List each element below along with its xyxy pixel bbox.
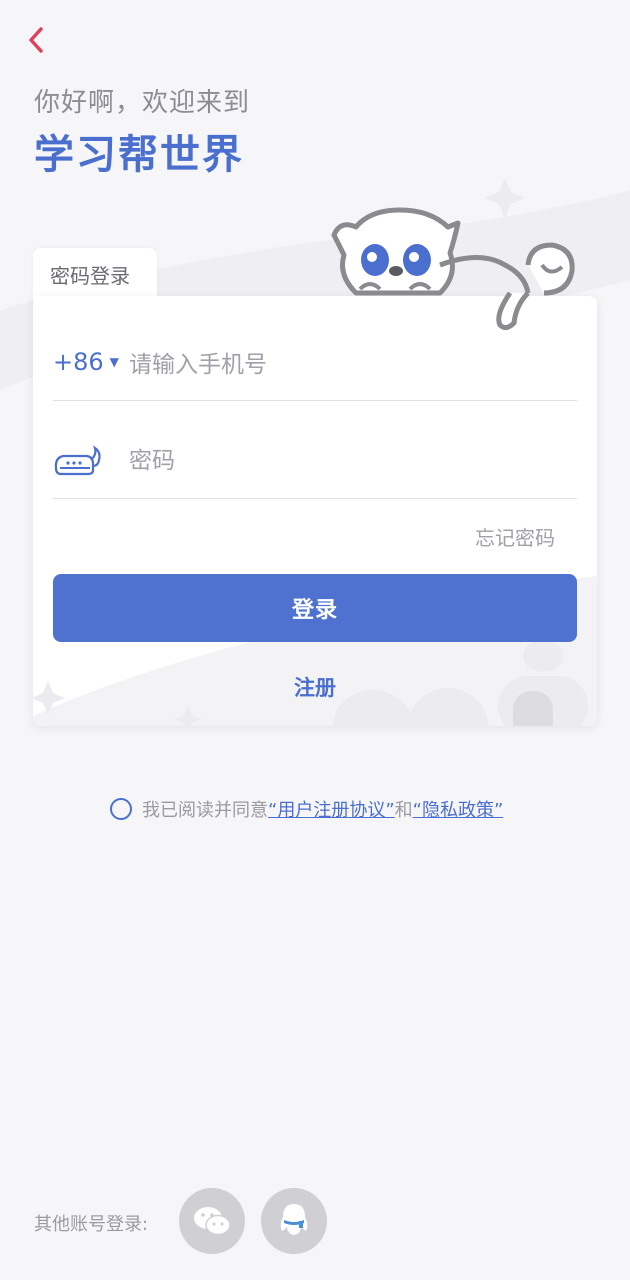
- other-login-label: 其他账号登录:: [34, 1214, 149, 1235]
- phone-input[interactable]: [127, 346, 551, 384]
- register-link[interactable]: 注册: [33, 672, 597, 702]
- password-row: [53, 398, 577, 499]
- agreement-prefix: 我已阅读并同意: [142, 800, 268, 821]
- login-card: +86 ▼ 忘记密码 登录 注册: [33, 296, 597, 726]
- forgot-password-link[interactable]: 忘记密码: [475, 522, 555, 551]
- country-code-select[interactable]: +86 ▼: [53, 348, 119, 376]
- chevron-left-icon: [29, 27, 43, 53]
- password-input[interactable]: [127, 442, 551, 480]
- user-agreement-link[interactable]: “用户注册协议”: [268, 796, 395, 822]
- mascot-illustration: [331, 207, 575, 331]
- wechat-icon: [194, 1207, 231, 1236]
- tab-label: 密码登录: [50, 264, 130, 288]
- privacy-policy-link[interactable]: “隐私政策”: [413, 796, 504, 822]
- country-code-value: +86: [53, 348, 104, 376]
- login-button[interactable]: 登录: [53, 574, 577, 642]
- password-box-icon: [54, 445, 101, 476]
- wechat-login-button[interactable]: [179, 1188, 245, 1254]
- agreement-conjunction: 和: [394, 800, 413, 821]
- back-button[interactable]: [18, 22, 54, 58]
- agreement-radio[interactable]: [110, 798, 132, 820]
- greeting-text: 你好啊，欢迎来到: [34, 88, 251, 118]
- agreement-row: 我已阅读并同意 “用户注册协议” 和 “隐私政策”: [110, 796, 503, 822]
- qq-icon: [280, 1204, 308, 1235]
- qq-login-button[interactable]: [261, 1188, 327, 1254]
- caret-down-icon: ▼: [109, 355, 119, 369]
